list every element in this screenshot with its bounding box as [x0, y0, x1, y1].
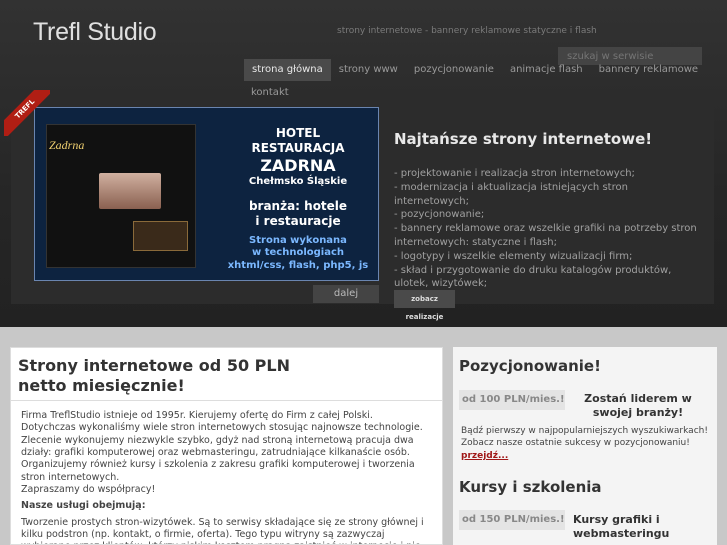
promo-item: - bannery reklamowe oraz wszelkie grafik… — [394, 223, 697, 248]
positioning-price-badge: od 100 PLN/mies.! — [459, 390, 565, 410]
courses-highlight: Kursy grafiki i webmasteringu — [573, 513, 670, 541]
nav-item-banners[interactable]: bannery reklamowe — [591, 59, 706, 81]
site-logo[interactable]: Trefl Studio — [33, 18, 157, 47]
slide-line-tech: w technologiach — [252, 247, 344, 258]
next-button[interactable]: dalej — [313, 285, 379, 303]
sidebar: Pozycjonowanie! od 100 PLN/mies.! Zostań… — [453, 347, 717, 545]
courses-price-badge: od 150 PLN/mies.! — [459, 510, 565, 530]
promo-item: - projektowanie i realizacja stron inter… — [394, 168, 635, 179]
promo-item: - logotypy i wszelkie elementy wizualiza… — [394, 250, 633, 262]
offer-body: Firma TreflStudio istnieje od 1995r. Kie… — [21, 410, 426, 544]
hotel-photo — [99, 173, 161, 209]
slide-caption: HOTEL RESTAURACJA ZADRNA Chełmsko Śląski… — [223, 126, 373, 272]
ribbon-label: TREFL — [4, 90, 50, 136]
services-text: Tworzenie prostych stron-wizytówek. Są t… — [21, 516, 424, 544]
offer-title: Strony internetowe od 50 PLN netto miesi… — [18, 356, 290, 395]
nav-item-contact[interactable]: kontakt — [251, 87, 289, 98]
invite-text: Zapraszamy do współpracy! — [21, 484, 156, 496]
services-heading: Nasze usługi obejmują: — [21, 500, 146, 512]
promo-item: - skład i przygotowanie do druku katalog… — [394, 264, 672, 290]
nav-item-home[interactable]: strona główna — [244, 59, 331, 81]
preview-title: Zadrna — [49, 138, 85, 152]
main-nav: strona główna strony www pozycjonowanie … — [244, 59, 706, 81]
slide-line-name: ZADRNA — [260, 156, 336, 175]
promo-item: - modernizacja i aktualizacja istniejący… — [394, 181, 628, 207]
positioning-highlight: Zostań liderem w swojej branży! — [584, 392, 692, 420]
nav-item-positioning[interactable]: pozycjonowanie — [406, 59, 502, 81]
offer-panel: Strony internetowe od 50 PLN netto miesi… — [10, 347, 443, 545]
slide-line-location: Chełmsko Śląskie — [248, 176, 348, 187]
promo-list: - projektowanie i realizacja stron inter… — [394, 167, 704, 291]
positioning-title: Pozycjonowanie! — [459, 357, 601, 375]
preview-box — [133, 221, 188, 251]
slide-line-industry-2: i restauracje — [255, 213, 341, 228]
main-content: Strony internetowe od 50 PLN netto miesi… — [0, 327, 727, 545]
nav-item-websites[interactable]: strony www — [331, 59, 406, 81]
slide-image[interactable]: Zadrna HOTEL RESTAURACJA ZADRNA Chełmsko… — [34, 107, 379, 281]
nav-item-flash[interactable]: animacje flash — [502, 59, 591, 81]
header-area: Trefl Studio strony internetowe - banner… — [0, 0, 727, 327]
promo-title: Najtańsze strony internetowe! — [394, 130, 653, 148]
ribbon-badge: TREFL — [4, 90, 50, 136]
intro-text: Firma TreflStudio istnieje od 1995r. Kie… — [21, 410, 423, 459]
slide-line-made: Strona wykonana — [249, 234, 347, 246]
site-tagline: strony internetowe - bannery reklamowe s… — [337, 26, 597, 36]
courses-title: Kursy i szkolenia — [459, 478, 602, 496]
slide-line-industry: branża: hotele — [248, 198, 348, 213]
positioning-link[interactable]: przejdź... — [461, 451, 508, 461]
courses-text: Organizujemy również kursy i szkolenia z… — [21, 459, 415, 483]
slide-line-restaurant: RESTAURACJA — [251, 141, 345, 155]
slide-line-tech-list: xhtml/css, flash, php5, js — [227, 259, 369, 271]
positioning-text: Bądź pierwszy w najpopularniejszych wysz… — [461, 426, 708, 448]
see-projects-button[interactable]: zobacz realizacje — [394, 290, 455, 321]
divider — [11, 400, 442, 401]
promo-item: - pozycjonowanie; — [394, 209, 485, 221]
slide-line-hotel: HOTEL — [275, 126, 321, 140]
